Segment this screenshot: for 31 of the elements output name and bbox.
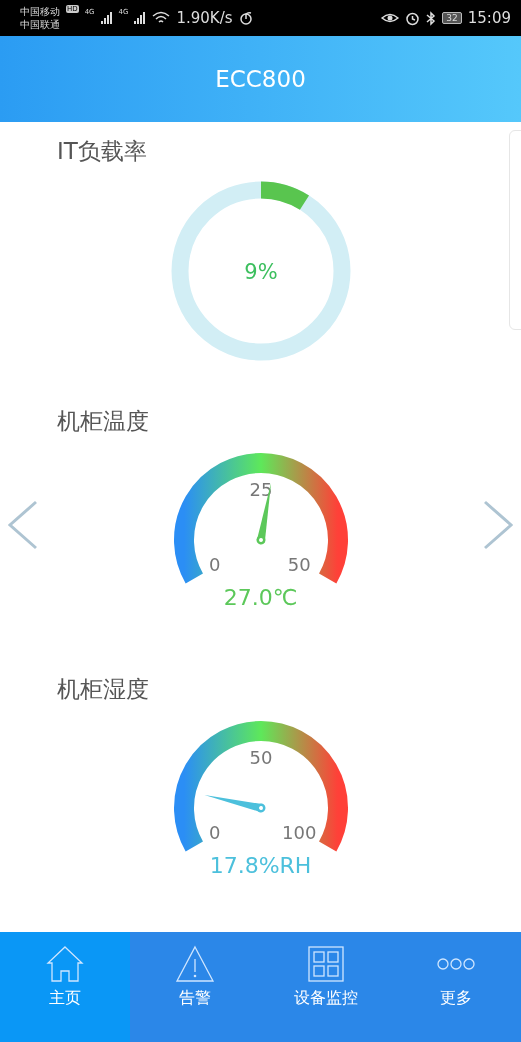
alarm-clock-icon	[405, 10, 421, 26]
gauge-tick-label: 50	[249, 747, 272, 768]
gauge-tick-label: 100	[281, 822, 316, 843]
home-icon	[45, 944, 86, 984]
gauge-tick-label: 50	[287, 554, 311, 575]
section-title: 机柜湿度	[56, 675, 150, 704]
carrier-name: 中国移动	[20, 5, 60, 18]
clock-time: 15:09	[467, 9, 511, 27]
section-title: IT负载率	[56, 137, 148, 166]
nav-tab[interactable]: 设备监控	[260, 932, 391, 1042]
gauge-reading: 27.0℃	[223, 584, 298, 612]
nav-tab[interactable]: 告警	[130, 932, 261, 1042]
network-speed: 1.90K/s	[176, 9, 233, 27]
bluetooth-icon	[426, 10, 437, 26]
signal-icon	[134, 12, 147, 24]
app-title: ECC800	[215, 66, 306, 92]
load-percentage: 9%	[243, 260, 278, 284]
gauge-tick-label: 0	[208, 822, 220, 843]
battery-level: 32	[442, 12, 462, 24]
eye-icon	[381, 11, 400, 25]
nav-tab[interactable]: 主页	[0, 932, 131, 1042]
nav-tab[interactable]: 更多	[390, 932, 521, 1042]
grid-icon	[305, 944, 346, 984]
gauge-tick-label: 0	[208, 554, 220, 575]
signal-icon	[100, 12, 113, 24]
gauge-reading: 17.8%RH	[209, 852, 312, 880]
warning-icon	[175, 944, 216, 984]
wifi-icon	[152, 11, 171, 25]
section-title: 机柜温度	[56, 407, 150, 436]
carrier-name: 中国联通	[20, 18, 60, 31]
dots-icon	[435, 958, 476, 970]
